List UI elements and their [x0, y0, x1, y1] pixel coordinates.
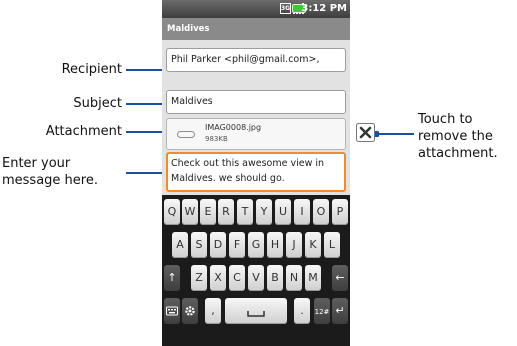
- compose-title: Maldives: [162, 18, 350, 40]
- attachment-leader: [126, 129, 169, 134]
- key-f[interactable]: F: [229, 232, 245, 258]
- soft-keyboard: Q W E R T Y U I O P A S D F G H J K L ↑ …: [162, 195, 350, 346]
- comma-key[interactable]: ,: [205, 298, 221, 324]
- key-w[interactable]: W: [182, 199, 198, 225]
- gear-icon: [185, 306, 195, 316]
- subject-field[interactable]: Maldives: [166, 90, 346, 114]
- delete-key[interactable]: ←: [332, 265, 348, 291]
- key-x[interactable]: X: [210, 265, 226, 291]
- key-d[interactable]: D: [210, 232, 226, 258]
- key-g[interactable]: G: [248, 232, 264, 258]
- key-q[interactable]: Q: [164, 199, 180, 225]
- key-m[interactable]: M: [305, 265, 321, 291]
- remove-attachment-callout: Touch to remove the attachment.: [418, 112, 498, 161]
- numbers-key-label: 12#: [314, 308, 330, 316]
- numbers-key[interactable]: 12#: [314, 298, 330, 324]
- attachment-size: 983KB: [205, 135, 228, 143]
- recipient-leader: [126, 67, 169, 72]
- network-3g-icon: 3G: [280, 3, 291, 14]
- key-o[interactable]: O: [313, 199, 329, 225]
- key-b[interactable]: B: [267, 265, 283, 291]
- status-time: 3:12 PM: [301, 3, 347, 14]
- attachment-item: IMAG0008.jpg 983KB: [166, 118, 346, 150]
- key-u[interactable]: U: [275, 199, 291, 225]
- key-k[interactable]: K: [305, 232, 321, 258]
- key-l[interactable]: L: [324, 232, 340, 258]
- space-key[interactable]: [225, 298, 287, 324]
- attachment-name: IMAG0008.jpg: [205, 123, 262, 132]
- shift-key[interactable]: ↑: [164, 265, 180, 291]
- key-s[interactable]: S: [191, 232, 207, 258]
- message-leader: [126, 170, 169, 175]
- phone-screen: 3G 3:12 PM Maldives Phil Parker <phil@gm…: [162, 0, 350, 346]
- period-key[interactable]: .: [294, 298, 310, 324]
- key-p[interactable]: P: [332, 199, 348, 225]
- status-bar: 3G 3:12 PM: [162, 0, 350, 18]
- key-r[interactable]: R: [218, 199, 234, 225]
- keyboard-icon: [166, 306, 178, 316]
- key-z[interactable]: Z: [191, 265, 207, 291]
- recipient-callout: Recipient: [61, 62, 122, 77]
- key-n[interactable]: N: [286, 265, 302, 291]
- remove-leader: [373, 131, 414, 136]
- message-body-field[interactable]: Check out this awesome view in Maldives.…: [166, 152, 346, 192]
- close-icon: [356, 123, 375, 142]
- key-a[interactable]: A: [172, 232, 188, 258]
- key-y[interactable]: Y: [256, 199, 272, 225]
- subject-leader: [126, 101, 169, 106]
- enter-key[interactable]: ↵: [332, 298, 348, 324]
- message-callout: Enter your message here.: [2, 156, 98, 188]
- paperclip-icon: [177, 131, 195, 138]
- key-i[interactable]: I: [294, 199, 310, 225]
- to-field[interactable]: Phil Parker <phil@gmail.com>,: [166, 48, 346, 72]
- compose-form: Phil Parker <phil@gmail.com>, Maldives I…: [162, 40, 350, 195]
- keyboard-switch-key[interactable]: [164, 298, 180, 324]
- subject-callout: Subject: [73, 96, 122, 111]
- space-icon: [247, 311, 265, 317]
- key-v[interactable]: V: [248, 265, 264, 291]
- remove-attachment-button[interactable]: [356, 123, 375, 142]
- key-h[interactable]: H: [267, 232, 283, 258]
- key-t[interactable]: T: [237, 199, 253, 225]
- attachment-callout: Attachment: [45, 124, 122, 139]
- key-j[interactable]: J: [286, 232, 302, 258]
- settings-key[interactable]: [182, 298, 198, 324]
- key-e[interactable]: E: [200, 199, 216, 225]
- key-c[interactable]: C: [229, 265, 245, 291]
